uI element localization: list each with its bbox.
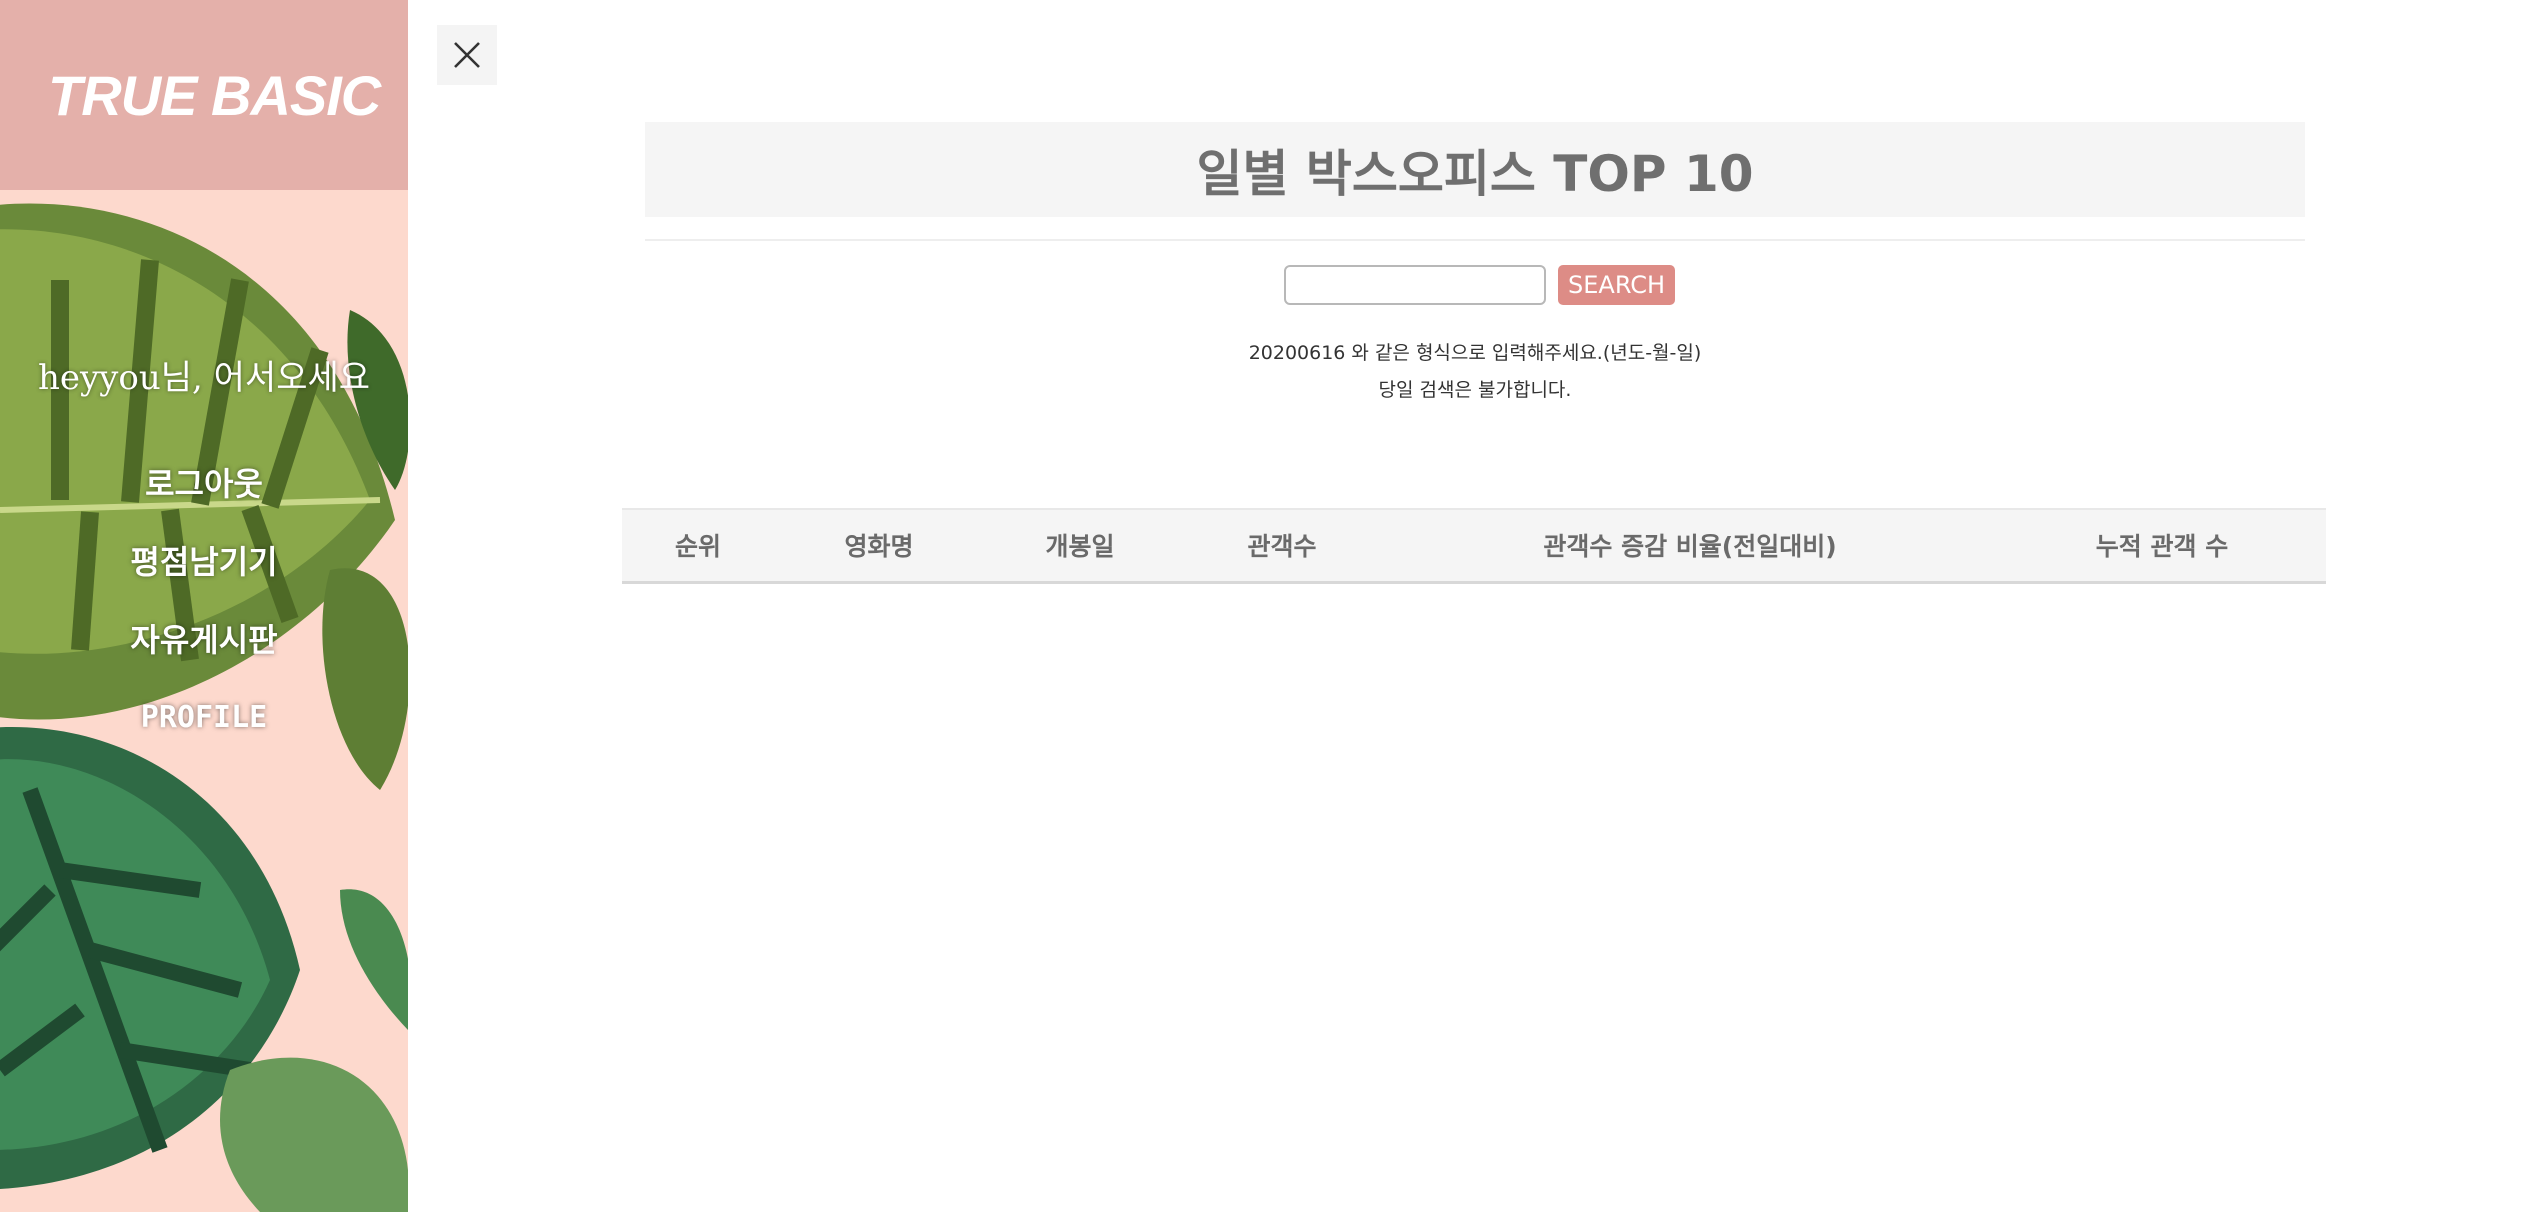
column-audience: 관객수: [1247, 532, 1317, 561]
greeting-text: heyyou님, 어서오세요: [37, 358, 371, 398]
column-rank: 순위: [674, 532, 722, 561]
page-title: 일별 박스오피스 TOP 10: [1196, 144, 1754, 203]
sidebar-item-profile[interactable]: PROFILE: [0, 679, 408, 757]
title-divider: [645, 239, 2305, 241]
page-title-box: 일별 박스오피스 TOP 10: [645, 122, 2305, 217]
column-cumulative-audience: 누적 관객 수: [2095, 532, 2229, 561]
search-hint-format: 20200616 와 같은 형식으로 입력해주세요.(년도-월-일): [1248, 342, 1702, 364]
close-icon: [454, 42, 480, 68]
search-hint-today: 당일 검색은 불가합니다.: [1378, 379, 1572, 401]
search-input[interactable]: [1284, 265, 1546, 305]
sidebar-item-logout[interactable]: 로그아웃: [0, 445, 408, 523]
sidebar-item-rating[interactable]: 평점남기기: [0, 523, 408, 601]
column-open-date: 개봉일: [1045, 532, 1115, 561]
search-bar: SEARCH: [1284, 265, 1676, 305]
close-button[interactable]: [437, 25, 497, 85]
sidebar: TRUE BASIC heyyou님, 어서오세요 로그아웃 평점남기기 자유게…: [0, 0, 408, 1212]
search-button[interactable]: SEARCH: [1558, 265, 1676, 305]
column-movie-name: 영화명: [844, 532, 914, 561]
brand-header: TRUE BASIC: [0, 0, 408, 190]
column-audience-change: 관객수 증감 비율(전일대비): [1543, 532, 1837, 561]
brand-logo[interactable]: TRUE BASIC: [48, 63, 381, 128]
sidebar-menu: 로그아웃 평점남기기 자유게시판 PROFILE: [0, 445, 408, 757]
sidebar-nav: heyyou님, 어서오세요 로그아웃 평점남기기 자유게시판 PROFILE: [0, 350, 408, 757]
boxoffice-table-header: 순위 영화명 개봉일 관객수 관객수 증감 비율(전일대비) 누적 관객 수: [622, 508, 2326, 584]
sidebar-item-board[interactable]: 자유게시판: [0, 601, 408, 679]
